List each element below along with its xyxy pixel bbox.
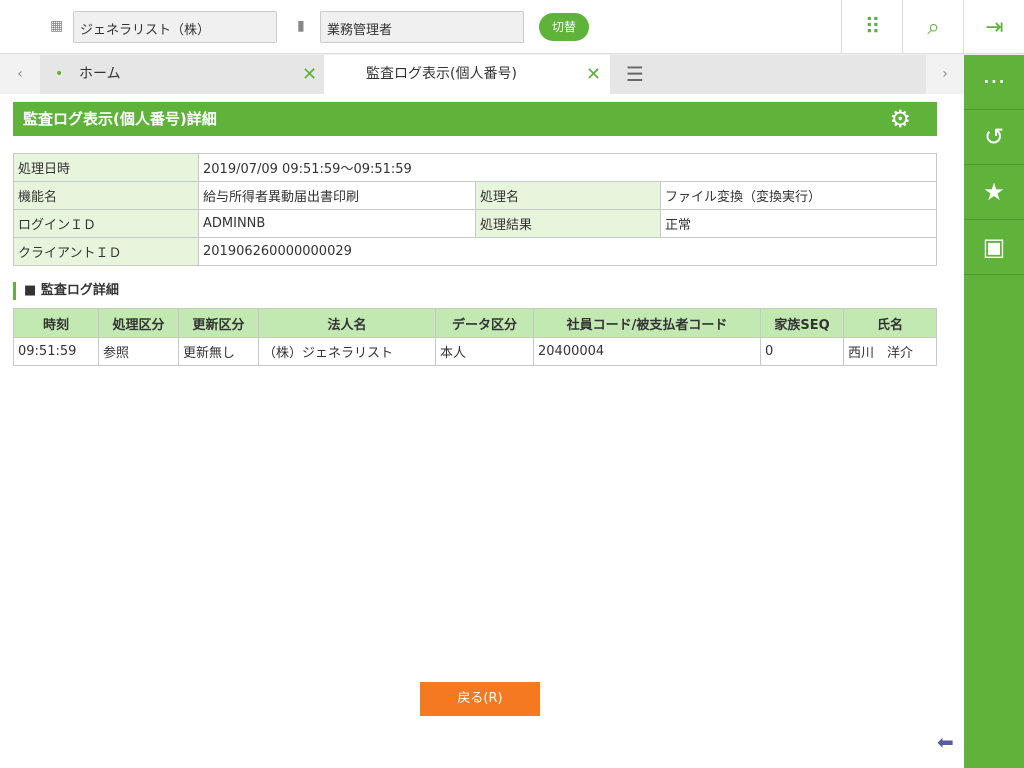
value: 給与所得者異動届出書印刷 <box>198 181 476 210</box>
value: ファイル変換（変換実行） <box>660 181 937 210</box>
cell: 更新無し <box>178 337 259 366</box>
company-field[interactable]: ジェネラリスト（株） <box>73 11 277 43</box>
cell: 20400004 <box>533 337 761 366</box>
label: 処理結果 <box>475 209 661 238</box>
section-title-text: 監査ログ詳細 <box>40 283 119 298</box>
inbox-icon[interactable]: ▣ <box>964 220 1024 275</box>
pin-icon: • <box>55 66 64 82</box>
label: 機能名 <box>13 181 199 210</box>
page-title-text: 監査ログ表示(個人番号)詳細 <box>23 110 217 128</box>
column-header: 処理区分 <box>98 308 179 338</box>
column-header: 社員コード/被支払者コード <box>533 308 761 338</box>
label: 処理日時 <box>13 153 199 182</box>
header-row: 時刻 処理区分 更新区分 法人名 データ区分 社員コード/被支払者コード 家族SEQ 氏名 <box>13 308 937 338</box>
top-bar: ▦ ジェネラリスト（株） ▮ 業務管理者 切替 ⠿ ⌕ ⇥ <box>0 0 1024 54</box>
collapse-arrow-icon[interactable]: ⬅ <box>937 730 954 754</box>
summary-table: 処理日時 2019/07/09 09:51:59～09:51:59 機能名 給与所得… <box>13 153 937 266</box>
tab-scroll-right[interactable]: › <box>926 55 964 94</box>
cell: 0 <box>760 337 844 366</box>
close-icon[interactable]: ✕ <box>302 55 317 94</box>
close-icon[interactable]: ✕ <box>586 55 601 94</box>
building-icon: ▦ <box>50 18 64 34</box>
column-header: 家族SEQ <box>760 308 844 338</box>
logout-icon[interactable]: ⇥ <box>963 0 1024 54</box>
cell: 西川 洋介 <box>843 337 937 366</box>
cell: 09:51:59 <box>13 337 99 366</box>
label: ログインＩＤ <box>13 209 199 238</box>
apps-grid-icon[interactable]: ⠿ <box>841 0 903 54</box>
cell: 本人 <box>435 337 534 366</box>
label: 処理名 <box>475 181 661 210</box>
value: 2019/07/09 09:51:59～09:51:59 <box>198 153 937 182</box>
column-header: 氏名 <box>843 308 937 338</box>
cell: 参照 <box>98 337 179 366</box>
star-icon[interactable]: ★ <box>964 165 1024 220</box>
gear-icon[interactable]: ⚙ <box>889 102 911 136</box>
tab-scroll-left[interactable]: ‹ <box>0 55 40 94</box>
back-button[interactable]: 戻る(R) <box>420 682 540 716</box>
search-icon[interactable]: ⌕ <box>902 0 964 54</box>
tab-home[interactable]: • ホーム ✕ <box>41 55 324 94</box>
switch-button[interactable]: 切替 <box>539 13 589 41</box>
column-header: データ区分 <box>435 308 534 338</box>
tab-label: 監査ログ表示(個人番号) <box>366 66 517 82</box>
add-tab-icon[interactable]: ☰ <box>626 55 644 94</box>
column-header: 時刻 <box>13 308 99 338</box>
role-field[interactable]: 業務管理者 <box>320 11 524 43</box>
table-row: 09:51:59 参照 更新無し （株）ジェネラリスト 本人 20400004 0 西川 洋介 <box>13 337 937 366</box>
detail-table: 時刻 処理区分 更新区分 法人名 データ区分 社員コード/被支払者コード 家族SEQ 氏名 0… <box>13 308 937 366</box>
tab-audit-log[interactable]: 監査ログ表示(個人番号) ✕ <box>324 55 610 94</box>
label: クライアントＩＤ <box>13 237 199 266</box>
value: ADMINNB <box>198 209 476 238</box>
history-icon[interactable]: ↺ <box>964 110 1024 165</box>
tab-label: ホーム <box>79 66 121 82</box>
value: 201906260000000029 <box>198 237 937 266</box>
more-icon[interactable]: ··· <box>964 55 1024 110</box>
tab-bar: ‹ • ホーム ✕ 監査ログ表示(個人番号) ✕ ☰ › <box>0 55 964 94</box>
page-title: 監査ログ表示(個人番号)詳細 ⚙ <box>13 102 937 136</box>
clipboard-icon: ▮ <box>297 18 305 34</box>
value: 正常 <box>660 209 937 238</box>
column-header: 更新区分 <box>178 308 259 338</box>
column-header: 法人名 <box>258 308 436 338</box>
cell: （株）ジェネラリスト <box>258 337 436 366</box>
right-sidebar: ··· ↺ ★ ▣ <box>964 55 1024 768</box>
section-title: ■ 監査ログ詳細 <box>13 282 119 300</box>
